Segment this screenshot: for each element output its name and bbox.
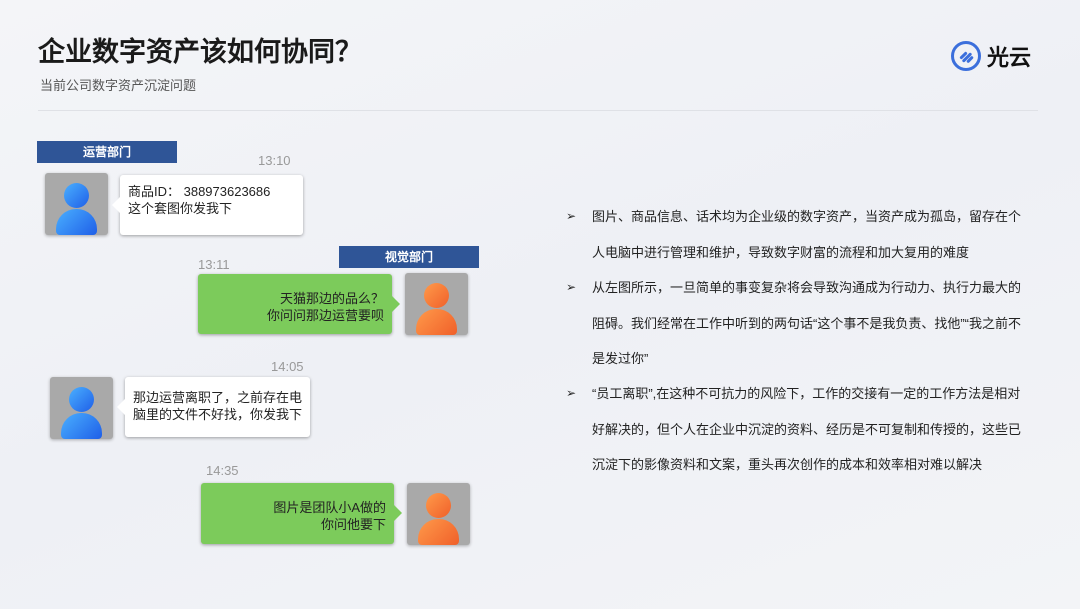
chat-bubble: 天猫那边的品么？ 你问问那边运营要呗 <box>198 274 392 334</box>
bullet-text: 从左图所示，一旦简单的事变复杂将会导致沟通成为行动力、执行力最大的阻碍。我们经常… <box>592 270 1022 377</box>
message-time: 14:35 <box>206 463 239 478</box>
message-line: 商品ID： 388973623686 <box>128 183 295 200</box>
chat-bubble: 图片是团队小A做的 你问他要下 <box>201 483 394 544</box>
dept-label-visual: 视觉部门 <box>339 246 479 268</box>
avatar <box>407 483 470 545</box>
logo-text: 光云 <box>987 40 1031 72</box>
user-icon <box>424 283 449 308</box>
dept-label-operations: 运营部门 <box>37 141 177 163</box>
arrow-bullet-icon: ➢ <box>566 209 576 223</box>
page-title: 企业数字资产该如何协同？ <box>38 30 362 69</box>
logo-icon <box>951 41 981 71</box>
bullet-text: “员工离职”,在这种不可抗力的风险下，工作的交接有一定的工作方法是相对好解决的，… <box>592 376 1022 483</box>
message-line: 你问问那边运营要呗 <box>206 307 384 324</box>
user-icon <box>64 183 89 208</box>
chat-bubble: 那边运营离职了，之前存在电 脑里的文件不好找，你发我下 <box>125 377 310 437</box>
chat-bubble: 商品ID： 388973623686 这个套图你发我下 <box>120 175 303 235</box>
brand-logo: 光云 <box>951 40 1031 72</box>
user-icon <box>426 493 451 518</box>
avatar <box>50 377 113 439</box>
message-line: 那边运营离职了，之前存在电 <box>133 389 302 406</box>
message-line: 图片是团队小A做的 <box>209 499 386 516</box>
bullet-text: 图片、商品信息、话术均为企业级的数字资产，当资产成为孤岛，留存在个人电脑中进行管… <box>592 199 1022 270</box>
message-line: 你问他要下 <box>209 516 386 533</box>
message-line: 天猫那边的品么？ <box>206 290 384 307</box>
message-time: 13:10 <box>258 153 291 168</box>
avatar <box>405 273 468 335</box>
arrow-bullet-icon: ➢ <box>566 386 576 400</box>
user-icon <box>69 387 94 412</box>
message-time: 13:11 <box>198 257 230 272</box>
avatar <box>45 173 108 235</box>
message-time: 14:05 <box>271 359 304 374</box>
page-subtitle: 当前公司数字资产沉淀问题 <box>40 75 196 94</box>
message-line: 脑里的文件不好找，你发我下 <box>133 406 302 423</box>
arrow-bullet-icon: ➢ <box>566 280 576 294</box>
message-line: 这个套图你发我下 <box>128 200 295 217</box>
divider <box>38 110 1038 111</box>
